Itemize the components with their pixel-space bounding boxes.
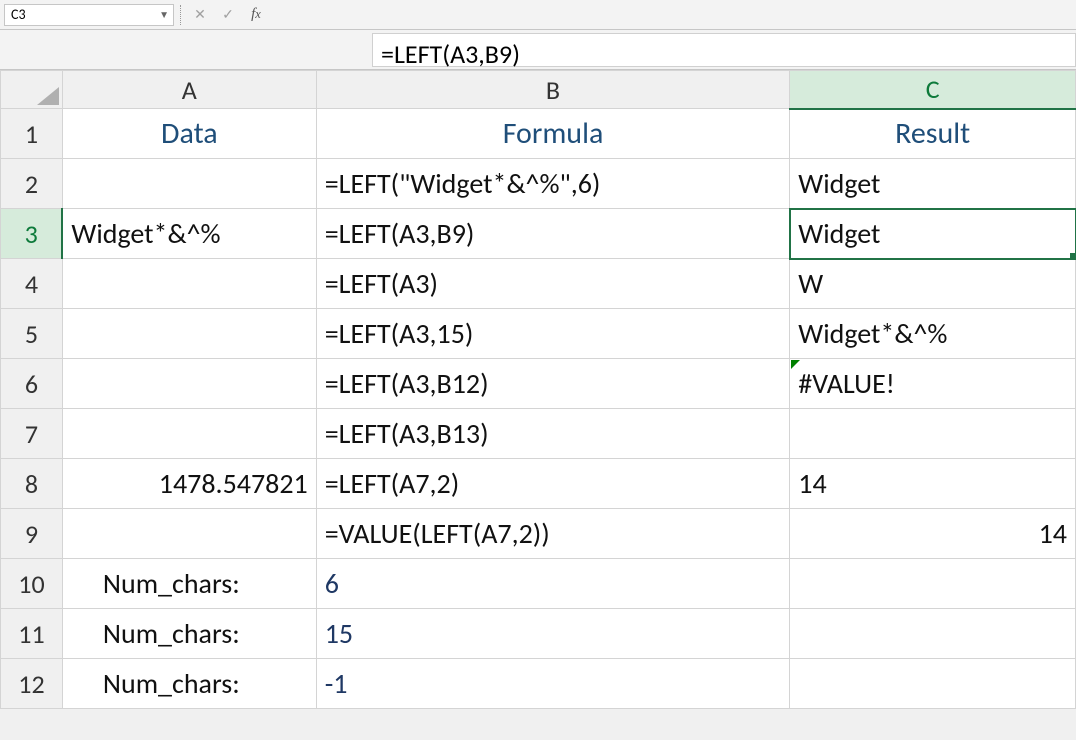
row-header-8[interactable]: 8	[1, 459, 63, 509]
row-header-10[interactable]: 10	[1, 559, 63, 609]
cell-C4[interactable]: W	[790, 259, 1076, 309]
col-header-A[interactable]: A	[62, 71, 316, 109]
cell-B9[interactable]: =VALUE(LEFT(A7,2))	[316, 509, 790, 559]
cell-B2[interactable]: =LEFT("Widget*&^%",6)	[316, 159, 790, 209]
cell-C12[interactable]	[790, 659, 1076, 709]
formula-input[interactable]: =LEFT(A3,B9)	[372, 33, 1076, 67]
row-header-12[interactable]: 12	[1, 659, 63, 709]
cell-C6[interactable]: #VALUE!	[790, 359, 1076, 409]
row-header-3[interactable]: 3	[1, 209, 63, 259]
row-header-7[interactable]: 7	[1, 409, 63, 459]
cell-A5[interactable]	[62, 309, 316, 359]
row-header-6[interactable]: 6	[1, 359, 63, 409]
formula-input-row: =LEFT(A3,B9)	[0, 30, 1076, 70]
cell-B11[interactable]: 15	[316, 609, 790, 659]
cell-B5[interactable]: =LEFT(A3,15)	[316, 309, 790, 359]
cell-C3[interactable]: Widget	[790, 209, 1076, 259]
cell-A10[interactable]: Num_chars:	[62, 559, 316, 609]
cell-C2[interactable]: Widget	[790, 159, 1076, 209]
cancel-icon[interactable]: ✕	[188, 4, 212, 26]
cell-A1[interactable]: Data	[62, 109, 316, 159]
col-header-C[interactable]: C	[790, 71, 1076, 109]
row-header-4[interactable]: 4	[1, 259, 63, 309]
cell-B6[interactable]: =LEFT(A3,B12)	[316, 359, 790, 409]
row-header-1[interactable]: 1	[1, 109, 63, 159]
cell-A12[interactable]: Num_chars:	[62, 659, 316, 709]
cell-A6[interactable]	[62, 359, 316, 409]
cell-B10[interactable]: 6	[316, 559, 790, 609]
row-header-2[interactable]: 2	[1, 159, 63, 209]
cell-A4[interactable]	[62, 259, 316, 309]
row-header-9[interactable]: 9	[1, 509, 63, 559]
enter-icon[interactable]: ✓	[216, 4, 240, 26]
cell-B4[interactable]: =LEFT(A3)	[316, 259, 790, 309]
cell-C8[interactable]: 14	[790, 459, 1076, 509]
cell-B1[interactable]: Formula	[316, 109, 790, 159]
cell-A2[interactable]	[62, 159, 316, 209]
cell-C7[interactable]	[790, 409, 1076, 459]
cell-C10[interactable]	[790, 559, 1076, 609]
row-header-5[interactable]: 5	[1, 309, 63, 359]
fx-icon[interactable]: fx	[244, 4, 268, 26]
cell-A9[interactable]	[62, 509, 316, 559]
separator	[180, 5, 182, 25]
cell-C1[interactable]: Result	[790, 109, 1076, 159]
cell-B3[interactable]: =LEFT(A3,B9)	[316, 209, 790, 259]
cell-A7[interactable]	[62, 409, 316, 459]
formula-bar: C3 ▼ ✕ ✓ fx	[0, 0, 1076, 30]
chevron-down-icon[interactable]: ▼	[159, 8, 169, 21]
cell-A11[interactable]: Num_chars:	[62, 609, 316, 659]
cell-C9[interactable]: 14	[790, 509, 1076, 559]
spreadsheet-grid: A B C 1 Data Formula Result 2 =LEFT("Wid…	[0, 70, 1076, 709]
cell-A3[interactable]: Widget*&^%	[62, 209, 316, 259]
cell-C11[interactable]	[790, 609, 1076, 659]
col-header-B[interactable]: B	[316, 71, 790, 109]
cell-B8[interactable]: =LEFT(A7,2)	[316, 459, 790, 509]
cell-C5[interactable]: Widget*&^%	[790, 309, 1076, 359]
name-box[interactable]: C3 ▼	[4, 4, 174, 26]
select-all-corner[interactable]	[1, 71, 63, 109]
cell-B12[interactable]: -1	[316, 659, 790, 709]
row-header-11[interactable]: 11	[1, 609, 63, 659]
cell-B7[interactable]: =LEFT(A3,B13)	[316, 409, 790, 459]
name-box-value: C3	[11, 6, 26, 23]
cell-A8[interactable]: 1478.547821	[62, 459, 316, 509]
